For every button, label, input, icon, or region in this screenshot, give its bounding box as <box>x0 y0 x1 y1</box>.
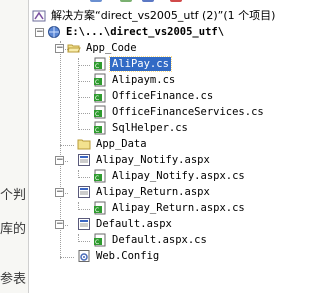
csharp-file-icon: C <box>93 105 107 119</box>
file-label: Web.Config <box>96 250 160 262</box>
svg-text:C: C <box>95 79 99 86</box>
editor-pane-fragment: 个判 库的 参表 <box>0 0 28 293</box>
folder-open-icon <box>67 41 81 55</box>
editor-text-fragment: 参表 <box>0 272 27 287</box>
collapse-app-code-toggle[interactable]: − <box>55 44 64 53</box>
solution-title: 解决方案“direct_vs2005_utf (2)”(1 个项目) <box>51 9 276 22</box>
editor-text-fragment: 个判 <box>0 188 27 203</box>
file-label: SqlHelper.cs <box>112 122 188 134</box>
csharp-file-icon: C <box>93 57 107 71</box>
file-alipay-cs[interactable]: C AliPay.cs <box>93 56 172 72</box>
page-label: Alipay_Return.aspx <box>96 186 210 198</box>
svg-text:C: C <box>95 207 99 214</box>
svg-text:C: C <box>95 63 99 70</box>
page-label: Alipay_Notify.aspx <box>96 154 210 166</box>
page-label: Default.aspx <box>96 218 172 230</box>
file-sqlhelper-cs[interactable]: C SqlHelper.cs <box>93 120 190 136</box>
codebehind-default[interactable]: C Default.aspx.cs <box>93 232 209 248</box>
svg-text:C: C <box>95 95 99 102</box>
view-code-icon[interactable] <box>142 0 154 2</box>
pane-splitter[interactable] <box>28 0 29 293</box>
collapse-return-toggle[interactable]: − <box>55 188 64 197</box>
svg-text:C: C <box>95 127 99 134</box>
folder-app-data[interactable]: App_Data <box>77 136 149 152</box>
config-file-icon <box>77 249 91 263</box>
collapse-default-toggle[interactable]: − <box>55 220 64 229</box>
file-officefinanceservices-cs[interactable]: C OfficeFinanceServices.cs <box>93 104 266 120</box>
page-alipay-notify[interactable]: Alipay_Notify.aspx <box>77 152 212 168</box>
project-node[interactable]: E:\...\direct_vs2005_utf\ <box>47 24 226 40</box>
folder-label: App_Data <box>96 138 147 150</box>
properties-icon[interactable] <box>90 0 102 2</box>
solution-explorer-toolbar <box>30 0 230 4</box>
folder-label: App_Code <box>86 42 137 54</box>
svg-text:C: C <box>95 239 99 246</box>
codebehind-alipay-return[interactable]: C Alipay_Return.aspx.cs <box>93 200 247 216</box>
svg-text:C: C <box>95 175 99 182</box>
file-label: OfficeFinance.cs <box>112 90 214 102</box>
refresh-icon[interactable] <box>120 0 132 2</box>
csharp-file-icon: C <box>93 201 107 215</box>
file-label: Alipaym.cs <box>112 74 176 86</box>
file-web-config[interactable]: Web.Config <box>77 248 161 264</box>
csharp-file-icon: C <box>93 89 107 103</box>
csharp-file-icon: C <box>93 73 107 87</box>
file-label: Alipay_Return.aspx.cs <box>112 202 245 214</box>
csharp-file-icon: C <box>93 121 107 135</box>
collapse-notify-toggle[interactable]: − <box>55 156 64 165</box>
aspx-page-icon <box>77 153 91 167</box>
file-label: Alipay_Notify.aspx.cs <box>112 170 245 182</box>
page-default[interactable]: Default.aspx <box>77 216 174 232</box>
codebehind-alipay-notify[interactable]: C Alipay_Notify.aspx.cs <box>93 168 247 184</box>
file-alipaym-cs[interactable]: C Alipaym.cs <box>93 72 177 88</box>
collapse-project-toggle[interactable]: − <box>35 28 44 37</box>
file-label: AliPay.cs <box>109 56 172 72</box>
aspx-page-icon <box>77 217 91 231</box>
view-designer-icon[interactable] <box>170 0 182 2</box>
folder-app-code[interactable]: App_Code <box>67 40 139 56</box>
page-alipay-return[interactable]: Alipay_Return.aspx <box>77 184 212 200</box>
csharp-file-icon: C <box>93 233 107 247</box>
file-label: Default.aspx.cs <box>112 234 207 246</box>
csharp-file-icon: C <box>93 169 107 183</box>
solution-node[interactable]: 解决方案“direct_vs2005_utf (2)”(1 个项目) <box>32 8 277 24</box>
file-officefinance-cs[interactable]: C OfficeFinance.cs <box>93 88 215 104</box>
web-project-icon <box>47 25 61 39</box>
aspx-page-icon <box>77 185 91 199</box>
file-label: OfficeFinanceServices.cs <box>112 106 264 118</box>
editor-text-fragment: 库的 <box>0 222 27 237</box>
solution-icon <box>32 9 46 23</box>
folder-icon <box>77 137 91 151</box>
svg-text:C: C <box>95 111 99 118</box>
project-path: E:\...\direct_vs2005_utf\ <box>66 26 225 38</box>
